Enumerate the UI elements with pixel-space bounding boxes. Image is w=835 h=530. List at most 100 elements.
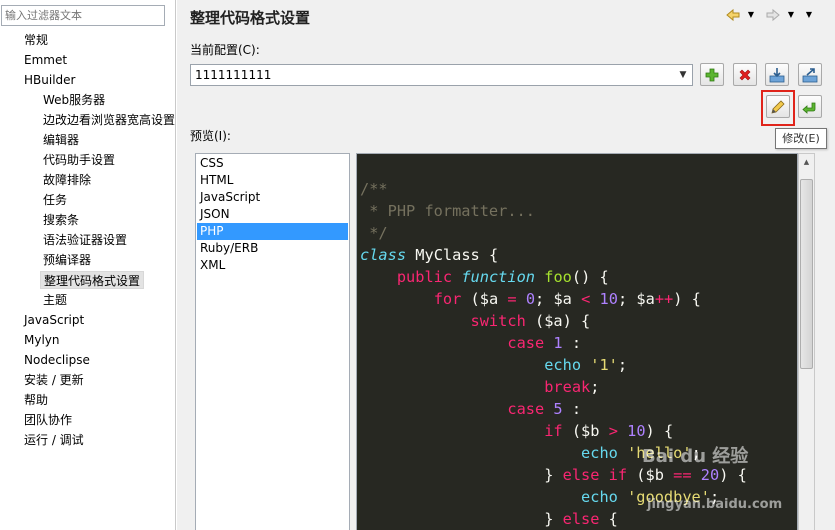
language-item[interactable]: Ruby/ERB <box>197 240 348 257</box>
code-token: 0 <box>525 290 536 308</box>
code-token: '1' <box>590 356 618 374</box>
tree-item[interactable]: 边改边看浏览器宽高设置 <box>43 111 175 129</box>
code-token: ) { <box>645 422 674 440</box>
code-token: echo <box>581 444 618 462</box>
code-token: ($a) { <box>525 312 591 330</box>
code-line: echo '1'; <box>360 354 627 376</box>
code-token: public <box>396 268 453 286</box>
code-token: class <box>360 246 407 264</box>
vertical-scrollbar[interactable]: ▲ <box>798 153 815 530</box>
tree-item[interactable]: HBuilder <box>24 71 75 89</box>
pencil-icon <box>771 100 785 114</box>
tree-item[interactable]: 代码助手设置 <box>43 151 115 169</box>
code-token: case <box>507 400 545 418</box>
forward-arrow-icon[interactable] <box>765 7 781 23</box>
code-line: case 5 : <box>360 398 581 420</box>
tree-item[interactable]: 故障排除 <box>43 171 91 189</box>
language-item[interactable]: PHP <box>197 223 348 240</box>
tree-item[interactable]: Emmet <box>24 51 67 69</box>
code-token: */ <box>360 224 388 242</box>
tree-item[interactable]: 预编译器 <box>43 251 91 269</box>
code-token: MyClass { <box>406 246 499 264</box>
tree-item[interactable]: Mylyn <box>24 331 60 349</box>
language-item[interactable]: CSS <box>197 155 348 172</box>
code-token: ; $a <box>535 290 582 308</box>
code-token: break <box>544 378 591 396</box>
tree-item[interactable]: 编辑器 <box>43 131 79 149</box>
language-item[interactable]: JSON <box>197 206 348 223</box>
page-title: 整理代码格式设置 <box>190 9 311 27</box>
export-profile-button[interactable] <box>798 63 822 86</box>
import-profile-button[interactable] <box>765 63 789 86</box>
view-menu-chevron-icon[interactable]: ▼ <box>801 7 817 23</box>
code-token: ; <box>617 356 628 374</box>
scroll-up-arrow-icon[interactable]: ▲ <box>799 154 814 170</box>
filter-input[interactable] <box>1 5 165 26</box>
code-token: function <box>461 268 536 286</box>
tree-item[interactable]: 任务 <box>43 191 67 209</box>
code-token: ; <box>590 378 600 396</box>
code-token: echo <box>544 356 582 374</box>
settings-page: 整理代码格式设置 ▼ ▼ ▼ 当前配置(C): 1111111111 ▼ 修改(… <box>177 0 835 530</box>
code-token: ; $a <box>617 290 655 308</box>
chevron-down-icon[interactable]: ▼ <box>674 65 692 85</box>
tree-item[interactable]: 主题 <box>43 291 67 309</box>
code-token: ($a <box>461 290 508 308</box>
back-history-dropdown[interactable]: ▼ <box>743 7 759 23</box>
code-line: case 1 : <box>360 332 581 354</box>
tree-item[interactable]: 语法验证器设置 <box>43 231 127 249</box>
tree-item[interactable]: Nodeclipse <box>24 351 90 369</box>
code-line: */ <box>360 222 388 244</box>
delete-x-icon <box>739 69 751 81</box>
plus-icon <box>705 68 719 82</box>
preferences-tree-pane: 常规 Emmet HBuilder Web服务器边改边看浏览器宽高设置编辑器代码助手设… <box>0 0 176 530</box>
language-item[interactable]: JavaScript <box>197 189 348 206</box>
code-token: 1 <box>553 334 563 352</box>
tree-item[interactable]: 搜索条 <box>43 211 79 229</box>
code-line: break; <box>360 376 599 398</box>
code-token: ($b <box>562 422 609 440</box>
tree-item[interactable]: Web服务器 <box>43 91 105 109</box>
code-token: < <box>581 290 591 308</box>
remove-profile-button[interactable] <box>733 63 757 86</box>
back-arrow-icon[interactable] <box>725 7 741 23</box>
tree-item[interactable]: 运行 / 调试 <box>24 431 84 449</box>
language-list[interactable]: CSS HTML JavaScript JSON PHP Ruby/ERB XML <box>195 153 350 530</box>
code-line: * PHP formatter... <box>360 200 535 222</box>
tree-item[interactable]: 帮助 <box>24 391 48 409</box>
code-token: 5 <box>553 400 563 418</box>
watermark-url: jingyan.baidu.com <box>647 497 783 512</box>
edit-profile-button[interactable] <box>766 95 790 118</box>
tree-item[interactable]: 常规 <box>24 31 48 49</box>
forward-history-dropdown[interactable]: ▼ <box>783 7 799 23</box>
code-token: } <box>360 510 563 528</box>
tree-item[interactable]: 团队协作 <box>24 411 72 429</box>
tree-item[interactable]: 整理代码格式设置 <box>40 271 145 289</box>
add-profile-button[interactable] <box>700 63 724 86</box>
scrollbar-thumb[interactable] <box>800 179 813 369</box>
code-token: : <box>562 400 582 418</box>
tree-item[interactable]: 安装 / 更新 <box>24 371 84 389</box>
code-token: for <box>433 290 462 308</box>
language-item[interactable]: HTML <box>197 172 348 189</box>
undo-button[interactable] <box>798 95 822 118</box>
code-token: ++ <box>654 290 674 308</box>
language-item[interactable]: XML <box>197 257 348 274</box>
code-token: () { <box>571 268 609 286</box>
profile-select[interactable]: 1111111111 ▼ <box>190 64 693 86</box>
code-line: for ($a = 0; $a < 10; $a++) { <box>360 288 701 310</box>
code-token: switch <box>470 312 526 330</box>
current-profile-label: 当前配置(C): <box>190 43 260 57</box>
tree-item[interactable]: JavaScript <box>24 311 84 329</box>
code-token: /** <box>360 180 388 198</box>
